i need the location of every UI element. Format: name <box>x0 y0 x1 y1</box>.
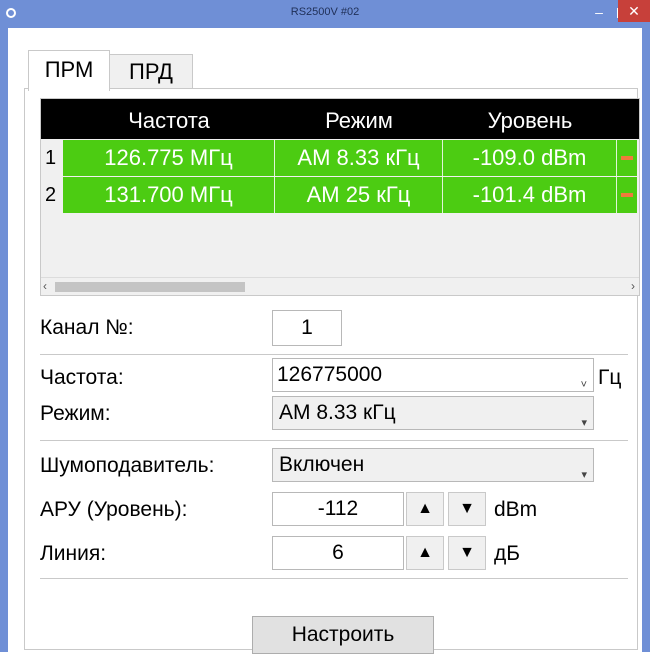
triangle-up-icon[interactable]: ▲ <box>406 492 444 526</box>
mode-label: Режим: <box>40 402 111 425</box>
agc-level-input[interactable]: -112 <box>272 492 404 526</box>
tab-prm[interactable]: ПРМ <box>28 50 110 91</box>
triangle-down-icon[interactable]: ▼ <box>448 492 486 526</box>
column-header-frequency[interactable]: Частота <box>63 99 275 139</box>
level-indicator <box>617 177 637 213</box>
frequency-input[interactable]: 126775000 ˅ <box>272 358 594 392</box>
cell-mode[interactable]: AM 8.33 кГц <box>275 140 443 176</box>
window-frame-left <box>0 28 8 652</box>
cell-frequency[interactable]: 131.700 МГц <box>63 177 275 213</box>
frequency-value: 126775000 <box>277 363 383 386</box>
level-indicator <box>617 140 637 176</box>
window-title: RS2500V #02 <box>290 6 360 18</box>
window-client-area: ПРМ ПРД Частота Режим Уровень 1 126.775 … <box>8 28 642 654</box>
line-label: Линия: <box>40 542 107 565</box>
column-header-level[interactable]: Уровень <box>443 99 617 139</box>
minimize-icon[interactable]: – <box>588 3 610 23</box>
row-number: 1 <box>41 140 63 176</box>
triangle-up-icon[interactable]: ▲ <box>406 536 444 570</box>
row-number: 2 <box>41 177 63 213</box>
window-frame-right <box>642 28 650 652</box>
line-unit: дБ <box>494 542 521 565</box>
channel-label: Канал №: <box>40 316 134 339</box>
cell-mode[interactable]: AM 25 кГц <box>275 177 443 213</box>
cell-frequency[interactable]: 126.775 МГц <box>63 140 275 176</box>
title-bar: RS2500V #02 – ✕ <box>0 0 650 28</box>
mode-value: AM 8.33 кГц <box>279 401 396 424</box>
table-row[interactable]: 1 126.775 МГц AM 8.33 кГц -109.0 dBm <box>41 140 639 176</box>
frequency-unit: Гц <box>598 366 622 389</box>
cell-level[interactable]: -109.0 dBm <box>443 140 617 176</box>
apply-settings-button[interactable]: Настроить <box>252 616 434 654</box>
squelch-label: Шумоподавитель: <box>40 454 215 477</box>
channel-table[interactable]: Частота Режим Уровень 1 126.775 МГц AM 8… <box>40 98 640 296</box>
agc-unit: dBm <box>494 498 538 521</box>
table-row[interactable]: 2 131.700 МГц AM 25 кГц -101.4 dBm <box>41 177 639 213</box>
cell-level[interactable]: -101.4 dBm <box>443 177 617 213</box>
squelch-value: Включен <box>279 453 365 476</box>
chevron-down-icon[interactable]: ▾ <box>581 407 587 439</box>
separator <box>40 354 628 355</box>
line-gain-input[interactable]: 6 <box>272 536 404 570</box>
squelch-select[interactable]: Включен ▾ <box>272 448 594 482</box>
table-header: Частота Режим Уровень <box>41 99 639 139</box>
channel-number-field[interactable]: 1 <box>272 310 342 346</box>
scrollbar-thumb[interactable] <box>55 282 245 292</box>
mode-select[interactable]: AM 8.33 кГц ▾ <box>272 396 594 430</box>
column-header-mode[interactable]: Режим <box>275 99 443 139</box>
frequency-label: Частота: <box>40 366 124 389</box>
close-icon[interactable]: ✕ <box>618 0 650 22</box>
triangle-down-icon[interactable]: ▼ <box>448 536 486 570</box>
horizontal-scrollbar[interactable]: ‹ › <box>41 277 639 295</box>
separator <box>40 578 628 579</box>
scroll-right-icon[interactable]: › <box>631 279 635 293</box>
chevron-down-icon[interactable]: ▾ <box>581 459 587 491</box>
agc-label: АРУ (Уровень): <box>40 498 188 521</box>
scroll-left-icon[interactable]: ‹ <box>43 279 47 293</box>
separator <box>40 440 628 441</box>
tab-prd[interactable]: ПРД <box>109 54 193 89</box>
